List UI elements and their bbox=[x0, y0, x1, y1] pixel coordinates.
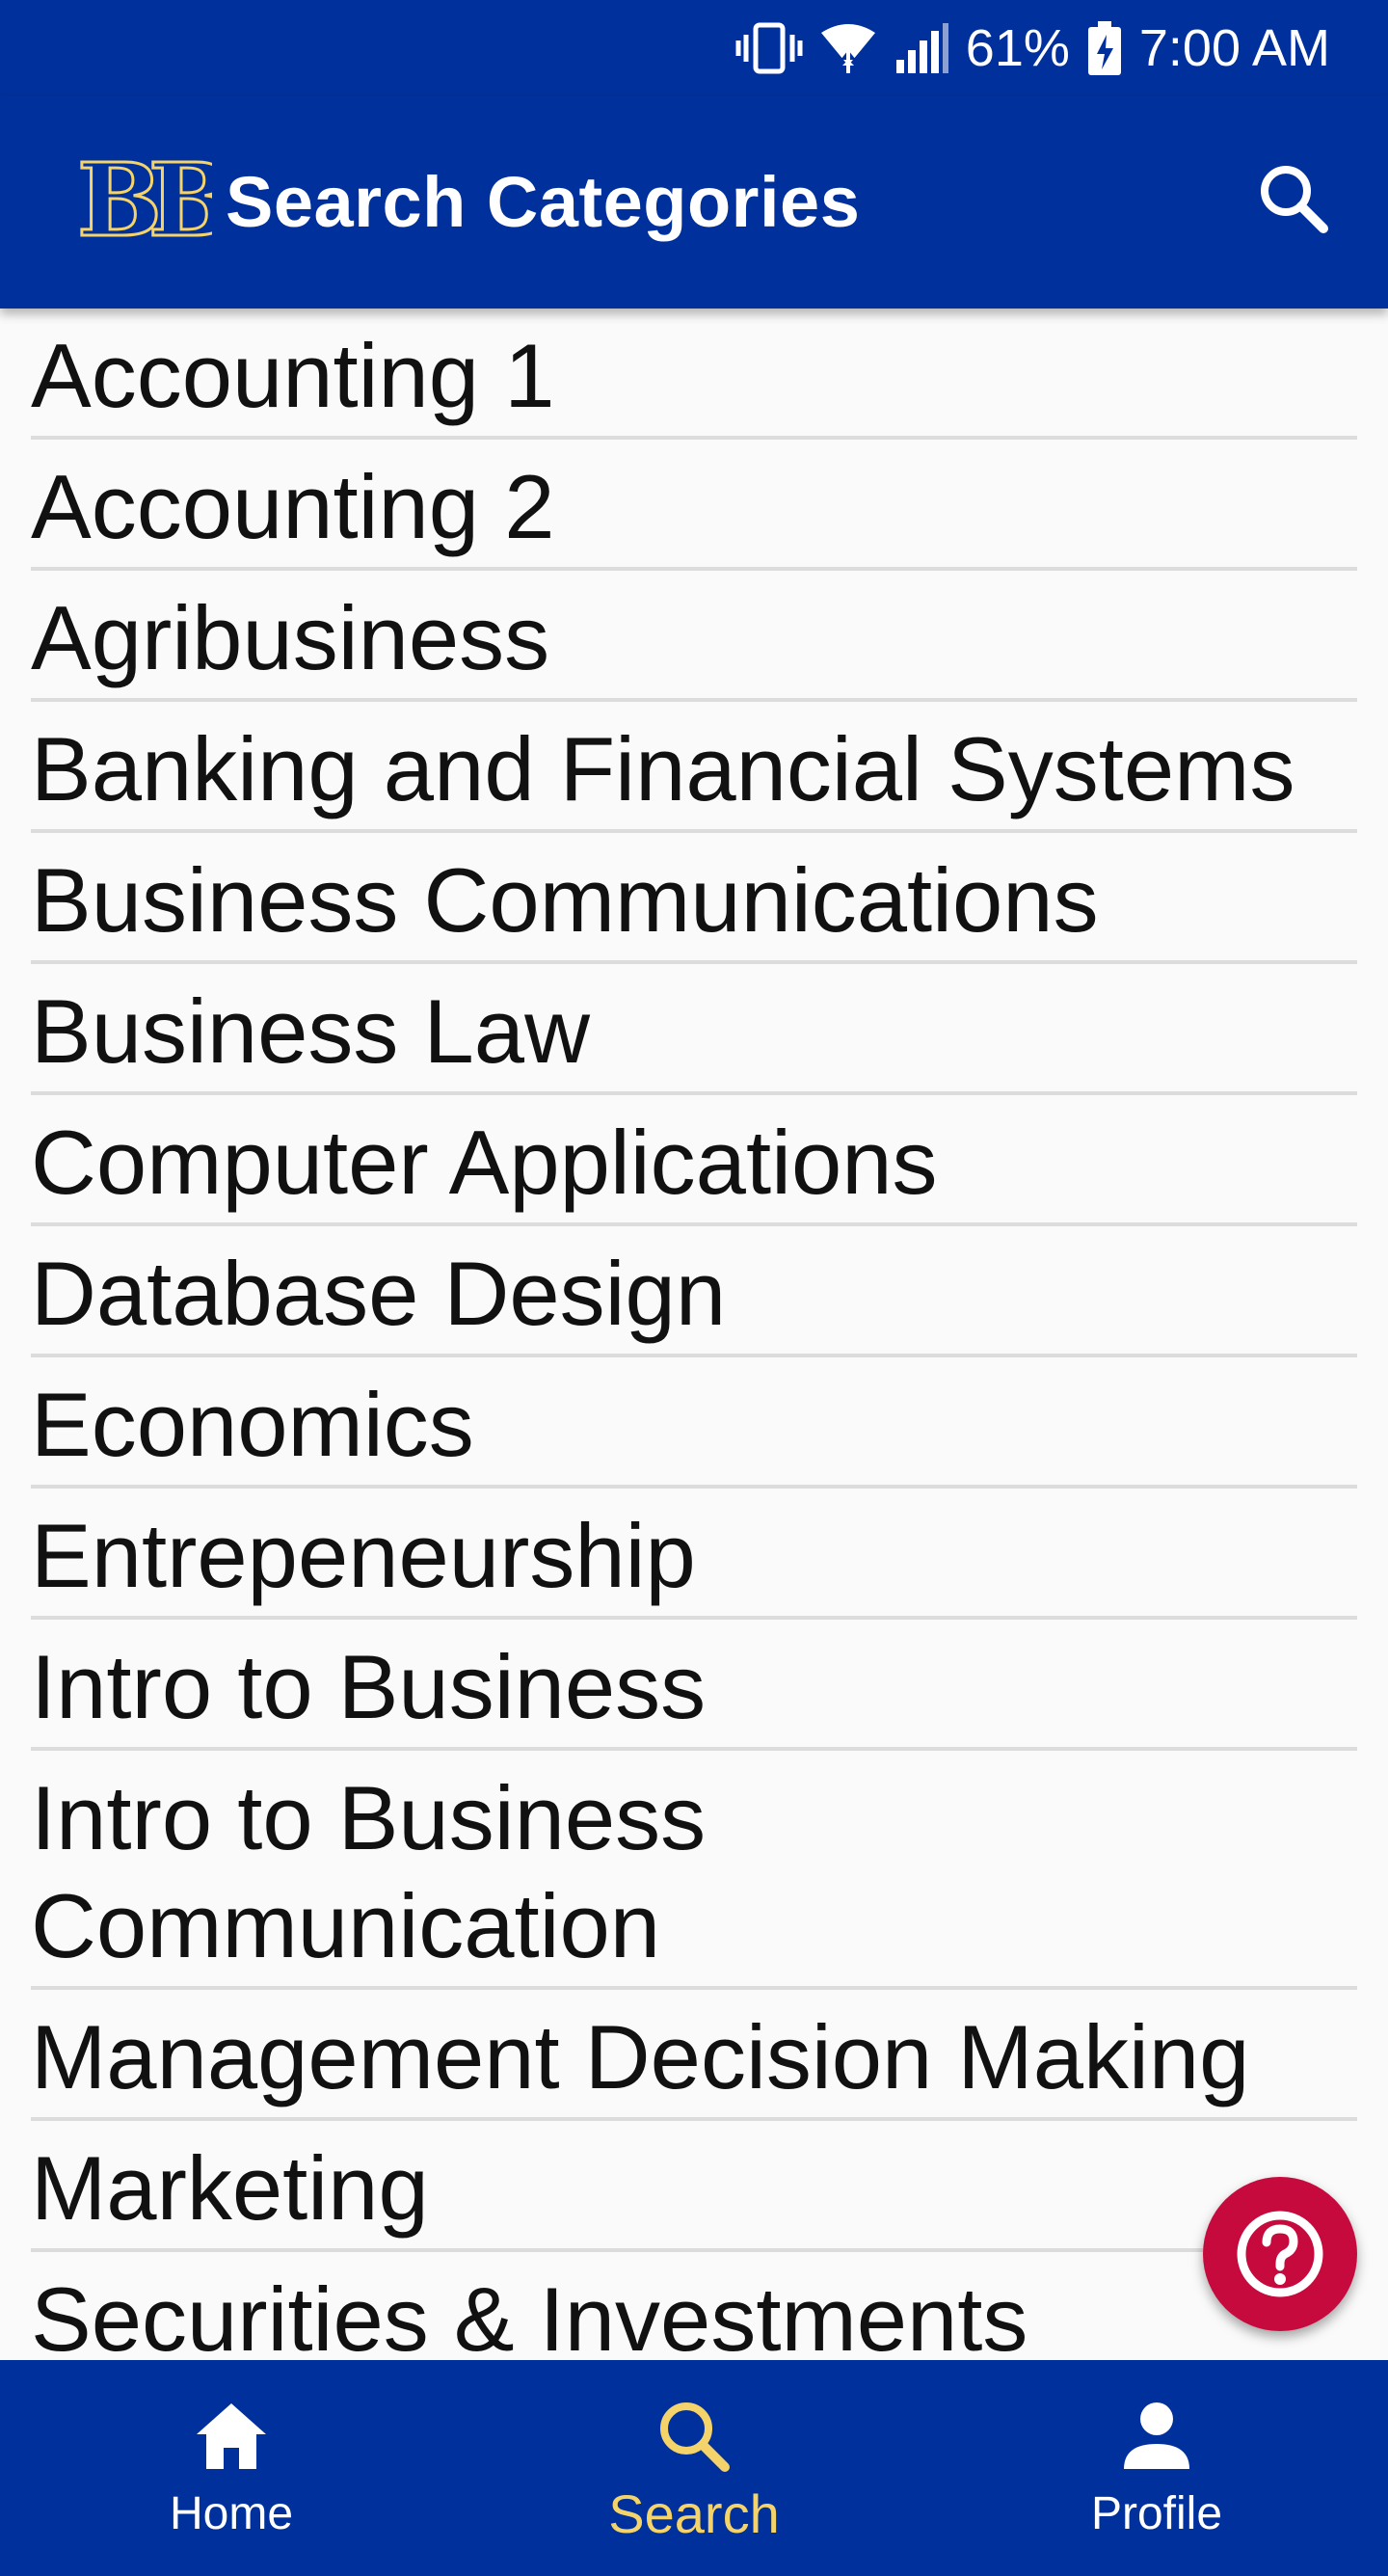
category-item-management-decision-making[interactable]: Management Decision Making bbox=[31, 1990, 1357, 2121]
category-item-business-law[interactable]: Business Law bbox=[31, 964, 1357, 1095]
help-circle-icon bbox=[1237, 2211, 1323, 2297]
wifi-icon bbox=[819, 19, 877, 77]
nav-label-home: Home bbox=[169, 2488, 294, 2539]
search-icon bbox=[1261, 166, 1328, 233]
category-label: Accounting 2 bbox=[31, 456, 555, 557]
category-item-banking[interactable]: Banking and Financial Systems bbox=[31, 702, 1357, 833]
nav-item-search[interactable]: Search bbox=[463, 2360, 925, 2576]
screen: 61% 7:00 AM BB Search Categories Account… bbox=[0, 0, 1388, 2576]
category-label: Accounting 1 bbox=[31, 325, 555, 426]
category-label: Business Law bbox=[31, 980, 590, 1082]
search-button[interactable] bbox=[1245, 150, 1342, 247]
signal-icon bbox=[893, 19, 950, 77]
category-item-economics[interactable]: Economics bbox=[31, 1357, 1357, 1489]
page-title: Search Categories bbox=[226, 162, 861, 242]
category-label: Computer Applications bbox=[31, 1112, 938, 1213]
category-item-agribusiness[interactable]: Agribusiness bbox=[31, 571, 1357, 702]
nav-item-home[interactable]: Home bbox=[0, 2360, 463, 2576]
category-label: Economics bbox=[31, 1374, 474, 1475]
search-icon bbox=[655, 2393, 733, 2480]
app-logo: BB bbox=[75, 140, 244, 261]
vibrate-icon bbox=[734, 19, 804, 77]
battery-charging-icon bbox=[1085, 19, 1124, 77]
category-item-intro-to-business[interactable]: Intro to Business bbox=[31, 1620, 1357, 1751]
category-item-database-design[interactable]: Database Design bbox=[31, 1226, 1357, 1357]
nav-label-search: Search bbox=[608, 2483, 780, 2544]
bottom-navigation: Home Search Profile bbox=[0, 2360, 1388, 2576]
person-icon bbox=[1118, 2393, 1195, 2480]
category-label: Entrepeneurship bbox=[31, 1505, 696, 1606]
battery-percent: 61% bbox=[965, 19, 1070, 77]
nav-label-profile: Profile bbox=[1090, 2488, 1223, 2539]
home-icon bbox=[193, 2393, 270, 2480]
logo-text: BB bbox=[77, 147, 212, 253]
help-button[interactable] bbox=[1203, 2177, 1357, 2331]
category-label: Intro to Business Communication bbox=[31, 1767, 707, 1976]
category-label: Agribusiness bbox=[31, 587, 550, 688]
category-item-accounting-2[interactable]: Accounting 2 bbox=[31, 440, 1357, 571]
category-label: Intro to Business bbox=[31, 1636, 707, 1737]
clock: 7:00 AM bbox=[1138, 19, 1330, 77]
category-label: Marketing bbox=[31, 2137, 429, 2239]
status-icons: 61% 7:00 AM bbox=[734, 0, 1330, 96]
nav-item-profile[interactable]: Profile bbox=[925, 2360, 1388, 2576]
category-label: Database Design bbox=[31, 1243, 727, 1344]
status-bar: 61% 7:00 AM bbox=[0, 0, 1388, 96]
category-item-intro-to-business-communication[interactable]: Intro to Business Communication bbox=[31, 1751, 1357, 1990]
category-item-accounting-1[interactable]: Accounting 1 bbox=[31, 309, 1357, 440]
category-list: Accounting 1 Accounting 2 Agribusiness B… bbox=[31, 309, 1357, 2383]
category-item-business-communications[interactable]: Business Communications bbox=[31, 833, 1357, 964]
category-item-computer-applications[interactable]: Computer Applications bbox=[31, 1095, 1357, 1226]
category-label: Banking and Financial Systems bbox=[31, 718, 1295, 819]
category-item-entrepeneurship[interactable]: Entrepeneurship bbox=[31, 1489, 1357, 1620]
category-item-marketing[interactable]: Marketing bbox=[31, 2121, 1357, 2252]
category-label: Management Decision Making bbox=[31, 2006, 1250, 2107]
category-label: Business Communications bbox=[31, 849, 1099, 951]
app-bar: BB Search Categories bbox=[0, 96, 1388, 309]
